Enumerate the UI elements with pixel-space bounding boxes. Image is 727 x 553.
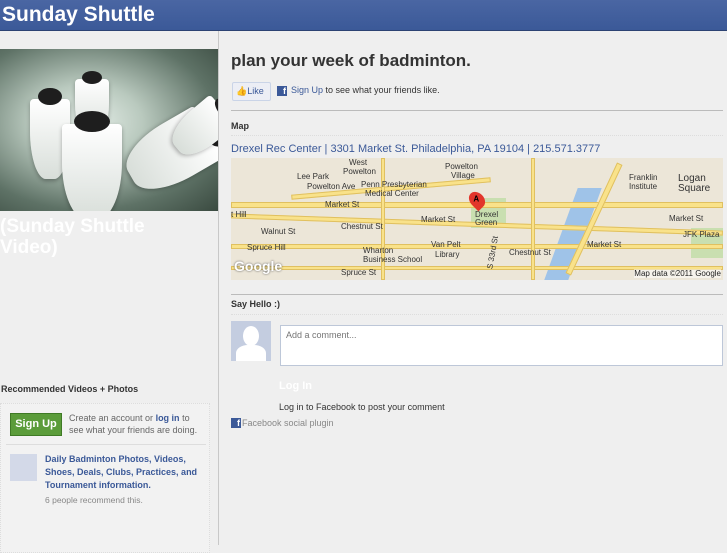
facebook-icon: f [277, 86, 287, 96]
map-label: Franklin [629, 173, 658, 182]
map-label: Spruce St [341, 268, 377, 277]
map-label: Powelton [343, 167, 376, 176]
map-label: Green [475, 218, 498, 227]
left-column: (Sunday Shuttle Video) Recommended Video… [0, 31, 219, 553]
divider [231, 294, 723, 295]
signup-line: Sign Up to see what your friends like. [291, 85, 440, 95]
map-label: Chestnut St [509, 248, 551, 257]
thumbs-up-icon: 👍 [236, 86, 248, 96]
map-label: Lee Park [297, 172, 330, 181]
map-label: Institute [629, 182, 658, 191]
map-heading: Map [231, 121, 249, 131]
recommend-count: 6 people recommend this. [45, 495, 143, 505]
map-label: t Hill [231, 210, 247, 219]
page-icon [10, 454, 37, 481]
map-label: Village [451, 171, 475, 180]
comment-input[interactable] [280, 325, 723, 366]
map-label: Powelton [445, 162, 478, 171]
facebook-icon: f [231, 418, 241, 428]
map-label: Chestnut St [341, 222, 383, 231]
social-plugin-link[interactable]: Facebook social plugin [242, 418, 334, 428]
login-button[interactable]: Log In [279, 380, 312, 392]
map-label: Walnut St [261, 227, 296, 236]
map-attribution[interactable]: Map data ©2011 Google [634, 269, 721, 278]
address-link[interactable]: Drexel Rec Center | 3301 Market St. Phil… [231, 143, 600, 155]
create-account-text: Create an account or log in to see what … [69, 412, 204, 436]
map-label: Penn Presbyterian [361, 180, 427, 189]
login-text: Log in to Facebook to post your comment [279, 402, 445, 412]
like-label: Like [247, 86, 264, 96]
map-label: Market St [669, 214, 704, 223]
comments-heading: Say Hello :) [231, 299, 281, 309]
signup-link[interactable]: Sign Up [291, 85, 323, 95]
map-label: Medical Center [365, 189, 419, 198]
map-label: Square [678, 183, 711, 194]
avatar [231, 321, 271, 361]
video-caption[interactable]: (Sunday Shuttle Video) [0, 216, 200, 258]
map-label: JFK Plaza [683, 230, 720, 239]
signup-text: to see what your friends like. [323, 85, 440, 95]
map[interactable]: West Powelton Lee Park Powelton Ave Penn… [231, 158, 723, 280]
map-label: Business School [363, 255, 423, 264]
site-title[interactable]: Sunday Shuttle [0, 0, 727, 27]
shuttlecock-photo[interactable] [0, 49, 218, 211]
google-logo: Google [234, 258, 283, 274]
map-label: West [349, 158, 368, 167]
map-label: Wharton [363, 246, 394, 255]
header: Sunday Shuttle [0, 0, 727, 31]
page-title: plan your week of badminton. [231, 51, 471, 70]
map-label: Van Pelt [431, 240, 461, 249]
login-link[interactable]: log in [156, 413, 180, 423]
divider [231, 314, 723, 315]
map-label: Spruce Hill [247, 243, 286, 252]
divider [231, 110, 723, 111]
create-pre: Create an account or [69, 413, 156, 423]
map-label: Market St [587, 240, 622, 249]
signup-button[interactable]: Sign Up [10, 413, 62, 436]
recommended-title: Recommended Videos + Photos [1, 384, 139, 394]
like-button[interactable]: 👍Like [232, 82, 271, 101]
map-label: Powelton Ave [307, 182, 356, 191]
map-label: S 33rd St [485, 235, 501, 270]
divider [231, 135, 723, 136]
map-label: Market St [325, 200, 360, 209]
divider [6, 444, 206, 445]
map-label: Library [435, 250, 460, 259]
recommendation-link[interactable]: Daily Badminton Photos, Videos, Shoes, D… [45, 453, 205, 492]
recommendations-box: Sign Up Create an account or log in to s… [0, 403, 210, 553]
marker-label: A [473, 194, 480, 204]
map-label: Market St [421, 215, 456, 224]
